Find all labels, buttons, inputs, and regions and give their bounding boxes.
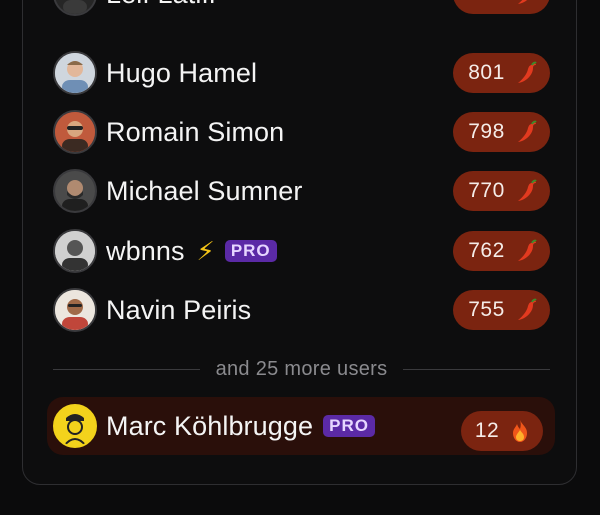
score-value: 801 xyxy=(468,61,505,84)
leaderboard-row[interactable]: Romain Simon 798 xyxy=(53,108,550,156)
score-value: 755 xyxy=(468,298,505,321)
leaderboard-row[interactable]: Hugo Hamel 801 xyxy=(53,49,550,97)
chili-pepper-icon xyxy=(517,179,537,201)
current-user-row[interactable]: Marc Köhlbrugge PRO 12 xyxy=(47,397,555,455)
pro-badge: PRO xyxy=(224,240,277,262)
score-pill: 801 xyxy=(453,53,550,93)
chili-pepper-icon xyxy=(517,61,537,83)
divider-line xyxy=(53,368,200,370)
user-name[interactable]: Romain Simon xyxy=(106,117,284,148)
avatar[interactable] xyxy=(53,0,97,16)
score-pill: 798 xyxy=(453,112,550,152)
avatar[interactable] xyxy=(53,404,97,448)
user-name[interactable]: Michael Sumner xyxy=(106,176,302,207)
avatar[interactable] xyxy=(53,169,97,213)
avatar[interactable] xyxy=(53,110,97,154)
avatar[interactable] xyxy=(53,229,97,273)
user-name[interactable]: Leif Latiff xyxy=(106,0,216,10)
leaderboard-row[interactable]: Michael Sumner 770 xyxy=(53,167,550,215)
chili-pepper-icon xyxy=(517,298,537,320)
chili-pepper-icon xyxy=(517,120,537,142)
avatar[interactable] xyxy=(53,51,97,95)
score-pill: 755 xyxy=(453,290,550,330)
divider-line xyxy=(403,368,551,370)
fire-icon xyxy=(513,420,528,442)
chili-pepper-icon xyxy=(517,0,527,4)
score-pill: 12 xyxy=(461,411,543,451)
more-users-text[interactable]: and 25 more users xyxy=(200,358,404,381)
leaderboard-row[interactable]: Navin Peiris 755 xyxy=(53,286,550,334)
current-user-content: Marc Köhlbrugge PRO 12 xyxy=(53,402,549,451)
score-value: 798 xyxy=(468,120,505,143)
score-value: 12 xyxy=(474,419,500,442)
more-users-divider: and 25 more users xyxy=(53,357,551,381)
score-value: 806 xyxy=(468,0,505,6)
score-pill: 770 xyxy=(453,171,550,211)
lightning-icon: ⚡ xyxy=(196,235,215,266)
score-value: 770 xyxy=(468,179,505,202)
leaderboard-card: Leif Latiff 806 Hugo Hamel 801 Romain Si… xyxy=(22,0,577,485)
leaderboard-row[interactable]: Leif Latiff 806 xyxy=(53,0,550,18)
leaderboard-row[interactable]: wbnns ⚡ PRO 762 xyxy=(53,227,550,275)
pro-badge: PRO xyxy=(323,415,375,437)
user-name[interactable]: Marc Köhlbrugge xyxy=(106,411,313,442)
score-pill: 806 xyxy=(453,0,550,14)
user-name[interactable]: Hugo Hamel xyxy=(106,58,257,89)
score-pill: 762 xyxy=(453,231,550,271)
chili-pepper-icon xyxy=(517,239,537,261)
avatar[interactable] xyxy=(53,288,97,332)
score-value: 762 xyxy=(468,239,505,262)
user-name[interactable]: wbnns xyxy=(106,236,185,267)
user-name[interactable]: Navin Peiris xyxy=(106,295,251,326)
